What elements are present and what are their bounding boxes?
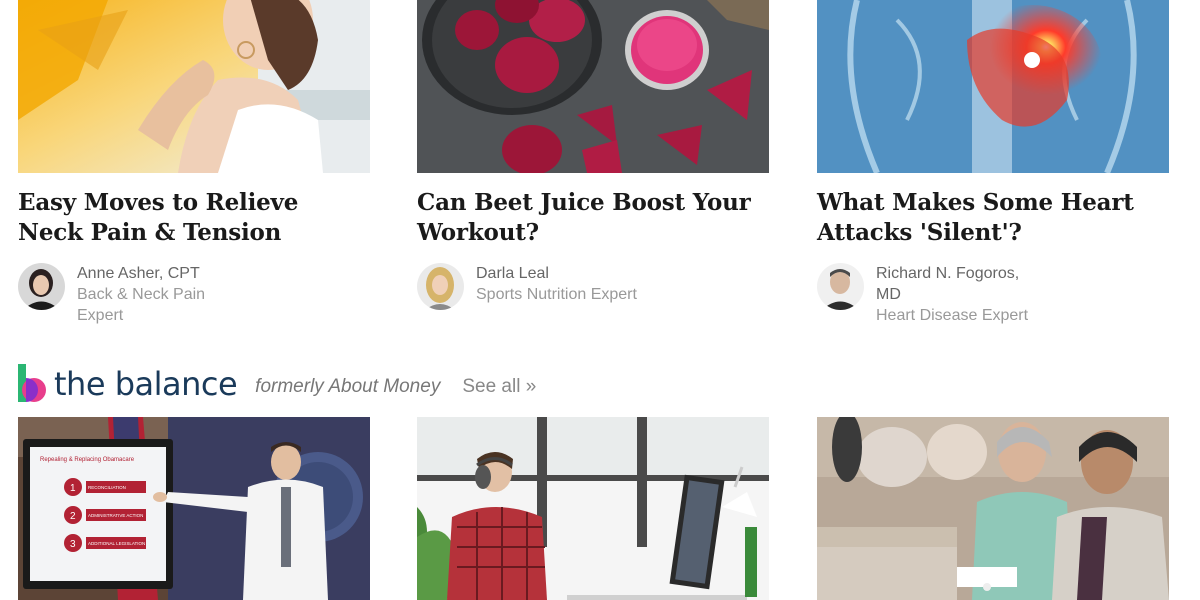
see-all-link[interactable]: See all » xyxy=(462,376,536,398)
author-role: Back & Neck Pain Expert xyxy=(77,286,206,324)
article-title[interactable]: What Makes Some Heart Attacks 'Silent'? xyxy=(817,188,1169,248)
article-image-couple[interactable] xyxy=(817,417,1169,600)
brand-subtitle: formerly About Money xyxy=(255,376,441,397)
author-avatar[interactable] xyxy=(417,263,464,310)
slide-step-label: ADMINISTRATIVE ACTION xyxy=(88,513,143,518)
brand-name: the balance xyxy=(54,365,238,403)
the-balance-logo[interactable]: the balance xyxy=(18,364,238,404)
article-image-beet[interactable] xyxy=(417,0,769,173)
article-title[interactable]: Can Beet Juice Boost Your Workout? xyxy=(417,188,769,248)
slide-step-number: 1 xyxy=(70,483,76,494)
article-image-heart[interactable] xyxy=(817,0,1169,173)
section-header-the-balance: the balance formerly About Money See all… xyxy=(18,362,536,406)
author-name[interactable]: Anne Asher, CPT xyxy=(77,263,247,284)
balance-logo-icon xyxy=(18,364,46,402)
author-role: Heart Disease Expert xyxy=(876,307,1029,324)
article-card-beet[interactable]: Can Beet Juice Boost Your Workout? Darla… xyxy=(417,0,769,310)
slide-step-label: RECONCILIATION xyxy=(88,485,126,490)
author-byline: Richard N. Fogoros, MD Heart Disease Exp… xyxy=(817,263,1169,326)
author-avatar[interactable] xyxy=(18,263,65,310)
article-card-neck[interactable]: Easy Moves to Relieve Neck Pain & Tensio… xyxy=(18,0,370,326)
author-role: Sports Nutrition Expert xyxy=(476,286,637,303)
slide-step-label: ADDITIONAL LEGISLATION xyxy=(88,541,145,546)
article-card-heart[interactable]: What Makes Some Heart Attacks 'Silent'? … xyxy=(817,0,1169,326)
author-avatar[interactable] xyxy=(817,263,864,310)
slide-heading: Repealing & Replacing Obamacare xyxy=(40,457,135,463)
author-byline: Darla Leal Sports Nutrition Expert xyxy=(417,263,769,310)
slide-step-number: 2 xyxy=(70,511,76,522)
author-byline: Anne Asher, CPT Back & Neck Pain Expert xyxy=(18,263,370,326)
slide-step-number: 3 xyxy=(70,539,76,550)
article-title[interactable]: Easy Moves to Relieve Neck Pain & Tensio… xyxy=(18,188,370,248)
article-image-workspace[interactable] xyxy=(417,417,769,600)
article-image-neck[interactable] xyxy=(18,0,370,173)
author-name[interactable]: Richard N. Fogoros, MD xyxy=(876,263,1046,305)
article-image-congress[interactable]: Repealing & Replacing Obamacare 1 RECONC… xyxy=(18,417,370,600)
author-name[interactable]: Darla Leal xyxy=(476,263,646,284)
